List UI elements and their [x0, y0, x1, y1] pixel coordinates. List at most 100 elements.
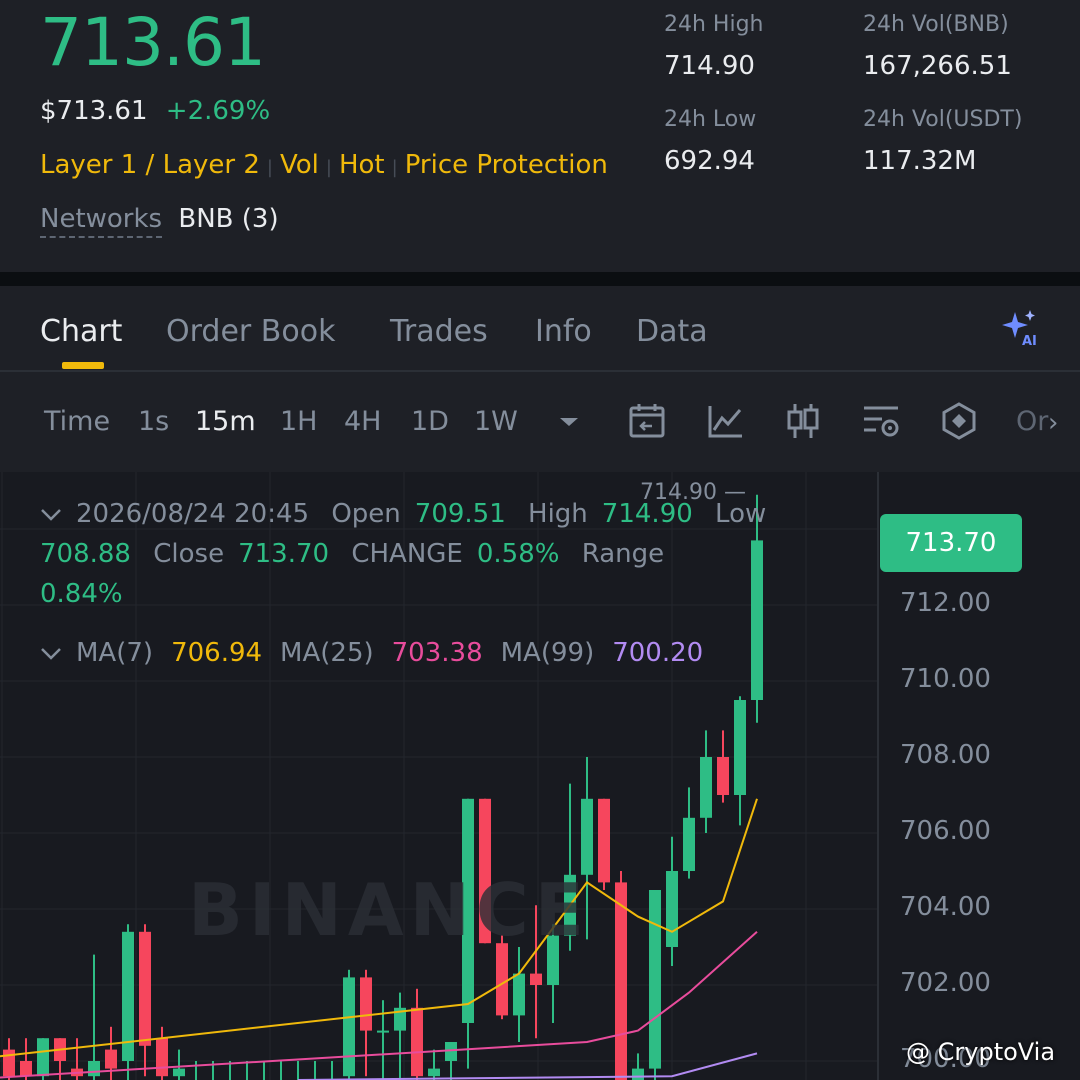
- ai-sparkle-icon[interactable]: AI: [1000, 308, 1040, 348]
- ma-legend: MA(7) 706.94 MA(25) 703.38 MA(99) 700.20: [40, 638, 721, 668]
- last-price-badge: 713.70: [880, 514, 1022, 572]
- collapse-chevron-icon[interactable]: [40, 647, 62, 661]
- candle-body: [496, 943, 508, 1016]
- candle-datetime: 2026/08/24 20:45: [76, 499, 310, 529]
- binance-watermark: BINANCE: [188, 868, 590, 952]
- stat-value: 167,266.51: [863, 51, 1012, 81]
- tag-separator: |: [266, 157, 273, 178]
- y-axis-tick: 710.00: [900, 664, 991, 694]
- chevron-right-icon[interactable]: ›: [1048, 408, 1058, 438]
- networks-label[interactable]: Networks: [40, 204, 163, 238]
- networks-value[interactable]: BNB (3): [178, 204, 278, 234]
- svg-text:AI: AI: [1022, 334, 1037, 348]
- candle-body: [88, 1061, 100, 1077]
- range-label: Range: [581, 539, 665, 569]
- candle-body: [20, 1061, 32, 1077]
- tab-trades[interactable]: Trades: [390, 314, 488, 349]
- networks-row[interactable]: Networks BNB (3): [40, 204, 279, 238]
- timeframe-1d[interactable]: 1D: [411, 406, 449, 437]
- candle-body: [581, 798, 593, 875]
- y-axis-tick: 712.00: [900, 588, 991, 618]
- candle-body: [734, 700, 746, 795]
- stat-label: 24h Vol(USDT): [863, 107, 1023, 132]
- y-axis-tick: 704.00: [900, 892, 991, 922]
- tab-info[interactable]: Info: [535, 314, 592, 349]
- tag-hot[interactable]: Hot: [339, 150, 385, 180]
- candle-body: [156, 1038, 168, 1077]
- candle-body: [632, 1068, 644, 1080]
- timeframe-1w[interactable]: 1W: [474, 406, 518, 437]
- tab-chart[interactable]: Chart: [40, 314, 122, 349]
- low-label: Low: [715, 499, 767, 529]
- timeframe-time[interactable]: Time: [44, 406, 110, 437]
- y-axis-tick: 702.00: [900, 968, 991, 998]
- close-label: Close: [153, 539, 225, 569]
- tag-separator: |: [325, 157, 332, 178]
- stat-24h-low: 24h Low 692.94: [664, 107, 756, 176]
- ma7-value: 706.94: [171, 638, 263, 668]
- active-tab-indicator: [62, 362, 104, 369]
- last-price: 713.61: [40, 4, 266, 81]
- tag-separator: |: [391, 157, 398, 178]
- candle-body: [3, 1049, 15, 1077]
- stat-label: 24h Vol(BNB): [863, 12, 1009, 37]
- dropdown-caret-icon[interactable]: [552, 406, 586, 436]
- tab-bar: Chart Order Book Trades Info Data AI: [0, 286, 1080, 372]
- candle-body: [445, 1042, 457, 1061]
- y-axis-tick: 706.00: [900, 816, 991, 846]
- settings-layers-icon[interactable]: [862, 402, 900, 440]
- more-options-label[interactable]: Or: [1016, 406, 1048, 437]
- high-label: High: [528, 499, 588, 529]
- ma99-label: MA(99): [500, 638, 595, 668]
- timeframe-15m[interactable]: 15m: [195, 406, 256, 437]
- stat-value: 692.94: [664, 146, 755, 176]
- tab-data[interactable]: Data: [636, 314, 708, 349]
- candle-body: [615, 882, 627, 1080]
- tab-order-book[interactable]: Order Book: [166, 314, 335, 349]
- ma99-value: 700.20: [612, 638, 704, 668]
- usd-price-row: $713.61 +2.69%: [40, 96, 270, 126]
- stat-24h-vol-usdt: 24h Vol(USDT) 117.32M: [863, 107, 1022, 176]
- candle-body: [598, 798, 610, 883]
- change-label: CHANGE: [351, 539, 463, 569]
- candle-body: [649, 890, 661, 1069]
- tag-vol[interactable]: Vol: [280, 150, 319, 180]
- candle-body: [513, 973, 525, 1016]
- candle-body: [717, 757, 729, 795]
- range-value: 0.84%: [40, 579, 123, 609]
- timeframe-1h[interactable]: 1H: [280, 406, 317, 437]
- candle-body: [139, 931, 151, 1046]
- indicator-chart-icon[interactable]: [706, 402, 744, 440]
- usd-price: $713.61: [40, 96, 148, 126]
- stat-label: 24h High: [664, 12, 764, 37]
- candle-body: [37, 1038, 49, 1077]
- candle-body: [343, 977, 355, 1077]
- hexagon-icon[interactable]: [940, 402, 978, 440]
- candle-type-icon[interactable]: [784, 402, 822, 440]
- ma7-label: MA(7): [76, 638, 154, 668]
- tag-price-protection[interactable]: Price Protection: [405, 150, 608, 180]
- calendar-icon[interactable]: [628, 402, 666, 440]
- collapse-chevron-icon[interactable]: [40, 508, 62, 522]
- high-value: 714.90: [601, 499, 693, 529]
- candle-body: [173, 1068, 185, 1077]
- low-value: 708.88: [40, 539, 131, 569]
- stat-label: 24h Low: [664, 107, 757, 132]
- chart-toolbar: Time 1s 15m 1H 4H 1D 1W Or ›: [0, 372, 1080, 472]
- candle-body: [428, 1068, 440, 1077]
- candle-body: [530, 973, 542, 985]
- tag-layer[interactable]: Layer 1 / Layer 2: [40, 150, 260, 180]
- tag-row: Layer 1 / Layer 2 | Vol | Hot | Price Protecti…: [40, 150, 608, 180]
- timeframe-1s[interactable]: 1s: [138, 406, 169, 437]
- candle-body: [666, 871, 678, 947]
- candle-body: [683, 817, 695, 871]
- candle-body: [105, 1049, 117, 1069]
- close-value: 713.70: [238, 539, 330, 569]
- ma25-label: MA(25): [280, 638, 374, 668]
- stat-value: 714.90: [664, 51, 755, 81]
- candle-body: [377, 1030, 389, 1033]
- timeframe-4h[interactable]: 4H: [344, 406, 381, 437]
- candlestick-chart[interactable]: BINANCE 714.90 — 2026/08/24 20:45 Open 70…: [0, 472, 1080, 1080]
- stat-24h-high: 24h High 714.90: [664, 12, 764, 81]
- open-label: Open: [331, 499, 401, 529]
